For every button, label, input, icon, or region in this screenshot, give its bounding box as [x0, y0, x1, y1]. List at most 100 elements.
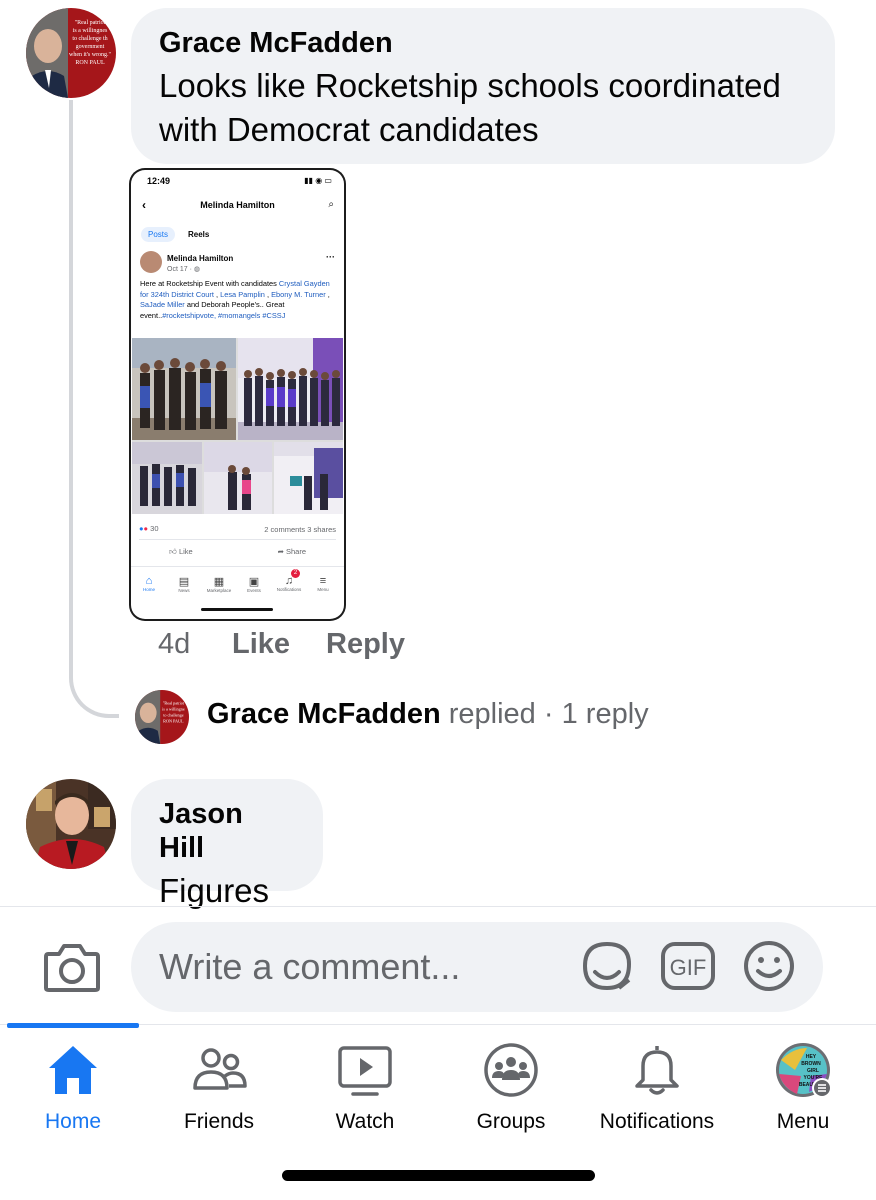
composer-divider: [0, 906, 876, 907]
reply-author-avatar[interactable]: "Real patriot is a willingne to challeng…: [135, 690, 189, 744]
svg-text:is a willingnes: is a willingnes: [73, 28, 108, 34]
tab-posts: Posts: [141, 227, 176, 242]
search-icon: ⌕: [328, 199, 334, 210]
watch-icon: [338, 1046, 392, 1096]
menu-icon: ≡: [319, 575, 327, 587]
notification-badge: 2: [291, 569, 300, 578]
active-tab-indicator: [7, 1023, 139, 1028]
bell-icon: ♫: [284, 575, 294, 587]
post-text: Here at Rocketship Event with candidates…: [140, 279, 330, 320]
emoji-icon[interactable]: [739, 936, 799, 996]
marketplace-icon: ▦: [213, 576, 225, 588]
svg-text:HEY: HEY: [806, 1054, 817, 1060]
more-icon: ···: [326, 252, 335, 262]
home-icon: ⌂: [145, 575, 153, 587]
post-date: Oct 17 · ◍: [167, 266, 200, 273]
divider: [139, 539, 336, 540]
tab-label: Notifications: [599, 1110, 715, 1133]
jason-hill-avatar[interactable]: [26, 779, 116, 869]
globe-icon: ◍: [193, 266, 200, 273]
svg-text:GIRL: GIRL: [807, 1068, 819, 1074]
svg-text:when it's wrong.": when it's wrong.": [69, 52, 112, 58]
nav-menu: ≡ Menu: [306, 575, 340, 592]
reply-count: 1 reply: [561, 698, 649, 730]
reaction-summary: ●● 30: [139, 524, 159, 533]
love-reaction-icon: ●: [143, 524, 149, 533]
group-photo: [132, 338, 236, 440]
group-photo: [274, 442, 343, 514]
view-replies-link[interactable]: Grace McFadden replied · 1 reply: [207, 698, 649, 731]
nav-events: ▣ Events: [237, 575, 271, 593]
tab-menu[interactable]: HEY BROWN GIRL YOU'RE BEAUTIFUL Menu: [730, 1040, 876, 1134]
tab-label: Groups: [476, 1110, 546, 1133]
reply-button[interactable]: Reply: [326, 628, 405, 661]
reply-separator: ·: [543, 698, 554, 730]
calendar-icon: ▣: [248, 576, 260, 588]
post-like-action: 👍︎ Like: [169, 547, 193, 556]
svg-text:BROWN: BROWN: [801, 1061, 821, 1067]
tab-reels: Reels: [188, 230, 210, 239]
attached-screenshot-image[interactable]: 12:49 ▮▮ ◉ ▭ ‹ Melinda Hamilton ⌕ Posts …: [131, 170, 344, 619]
group-photo: [204, 442, 272, 514]
comment-time: 4d: [158, 628, 191, 660]
home-icon: [49, 1046, 97, 1094]
sticker-icon[interactable]: [577, 936, 637, 996]
divider: [131, 566, 344, 567]
comment-author[interactable]: Jason Hill: [159, 797, 295, 865]
like-button[interactable]: Like: [232, 628, 290, 661]
news-icon: ▤: [178, 576, 190, 588]
screenshot-bottom-nav: ⌂ Home ▤ News ▦ Marketplace ▣ Events ♫ Notifi…: [131, 569, 344, 605]
profile-header-title: Melinda Hamilton: [200, 200, 275, 210]
comment-text-line: with Democrat candidates: [159, 111, 539, 148]
nav-marketplace: ▦ Marketplace: [202, 575, 236, 593]
svg-text:RON PAUL: RON PAUL: [163, 718, 184, 723]
home-indicator: [201, 608, 273, 611]
reply-verb: replied: [448, 698, 536, 730]
group-photo: [238, 338, 343, 440]
tab-home[interactable]: Home: [0, 1040, 146, 1134]
svg-text:RON PAUL: RON PAUL: [75, 60, 105, 66]
home-indicator: [282, 1170, 595, 1181]
reply-author-name: Grace McFadden: [207, 698, 441, 730]
bell-icon: [635, 1046, 679, 1095]
comment-input[interactable]: Write a comment... GIF: [131, 922, 823, 1012]
post-author-avatar: [140, 251, 162, 273]
svg-text:to challenge: to challenge: [163, 712, 183, 717]
tab-watch[interactable]: Watch: [292, 1040, 438, 1134]
groups-icon: [484, 1043, 538, 1097]
tab-notifications[interactable]: Notifications: [584, 1040, 730, 1134]
group-photo: [132, 442, 202, 514]
post-photo-collage: [132, 338, 343, 514]
gif-icon[interactable]: GIF: [658, 936, 718, 996]
nav-notifications: ♫ Notifications: [272, 575, 306, 592]
camera-icon[interactable]: [42, 940, 102, 996]
nav-home: ⌂ Home: [132, 575, 166, 592]
menu-avatar-icon: HEY BROWN GIRL YOU'RE BEAUTIFUL: [776, 1043, 832, 1098]
post-share-action: ➦ Share: [277, 547, 306, 556]
thread-connector-line: [69, 100, 119, 718]
thumbs-up-icon: 👍︎: [169, 547, 177, 556]
grace-mcfadden-avatar[interactable]: "Real patriot is a willingnes to challen…: [26, 8, 116, 98]
post-author-name: Melinda Hamilton: [167, 254, 234, 263]
comment-bubble[interactable]: Jason Hill Figures: [131, 779, 323, 909]
tab-groups[interactable]: Groups: [438, 1040, 584, 1134]
svg-text:"Real patriot: "Real patriot: [163, 700, 185, 705]
tab-label: Menu: [776, 1110, 830, 1133]
status-time: 12:49: [147, 176, 171, 186]
comment-bubble[interactable]: Grace McFadden Looks like Rocketship sch…: [131, 8, 835, 164]
nav-news: ▤ News: [167, 575, 201, 593]
comment-text-line: Looks like Rocketship schools coordinate…: [159, 67, 781, 104]
tab-label: Home: [44, 1110, 102, 1133]
svg-text:government: government: [76, 44, 105, 50]
svg-text:is a willingne: is a willingne: [162, 706, 185, 711]
comment-author[interactable]: Grace McFadden: [159, 26, 807, 60]
tab-label: Friends: [183, 1110, 255, 1133]
status-icons: ▮▮ ◉ ▭: [304, 176, 332, 185]
svg-text:to challenge th: to challenge th: [72, 36, 107, 42]
share-icon: ➦: [277, 547, 284, 556]
friends-icon: [193, 1048, 247, 1090]
tab-label: Watch: [335, 1110, 395, 1133]
svg-text:"Real patriot: "Real patriot: [75, 20, 106, 26]
comment-input-placeholder: Write a comment...: [159, 946, 461, 987]
tab-friends[interactable]: Friends: [146, 1040, 292, 1134]
